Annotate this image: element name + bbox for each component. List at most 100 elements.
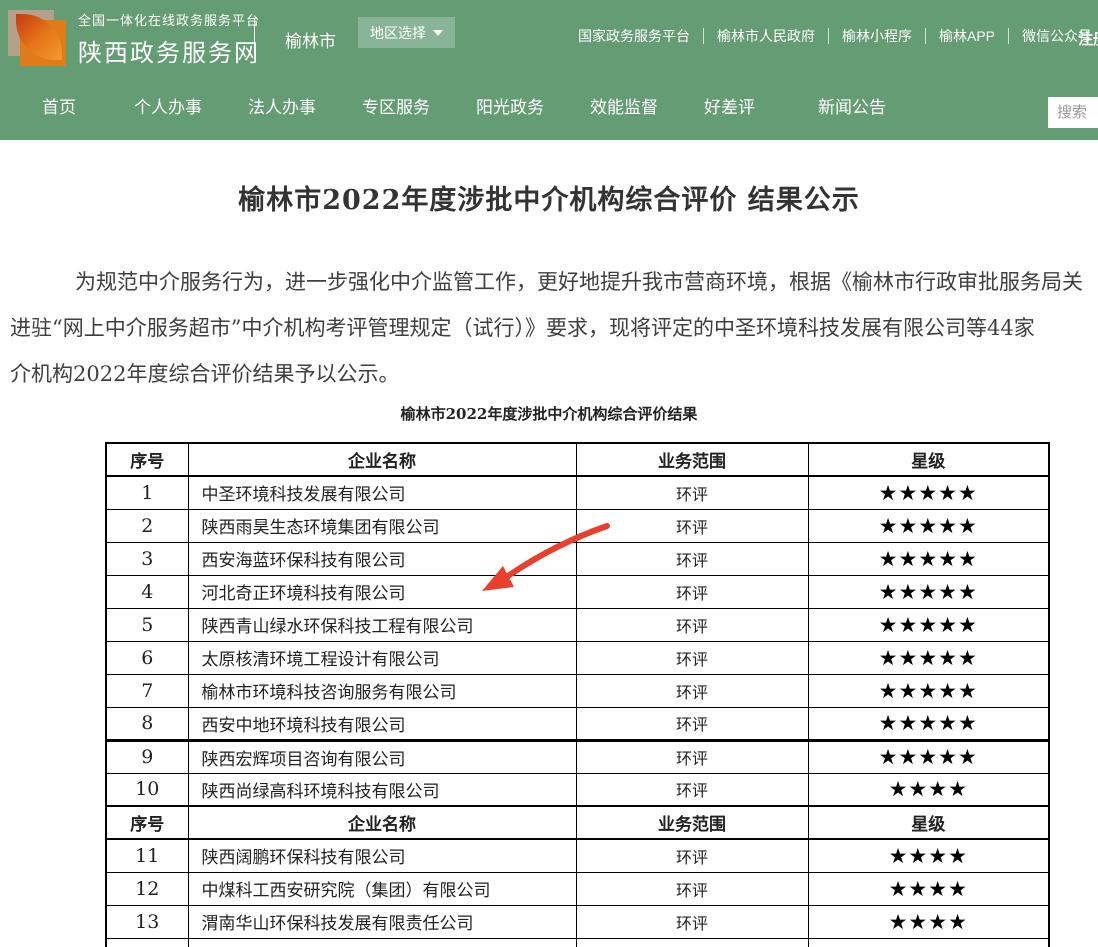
paragraph-line: 为规范中介服务行为，进一步强化中介监管工作，更好地提升我市营商环境，根据《榆林市… <box>10 259 1098 305</box>
table-row <box>106 938 1049 947</box>
company-name: 太原核清环境工程设计有限公司 <box>188 641 576 674</box>
site-logo[interactable] <box>8 8 70 66</box>
row-number: 6 <box>106 641 188 674</box>
table-row: 11陕西阔鹏环保科技有限公司环评★★★★ <box>106 839 1049 872</box>
star-rating: ★★★★ <box>808 773 1049 806</box>
search-box <box>1048 97 1098 128</box>
topbar-link[interactable]: 榆林小程序 <box>842 26 912 46</box>
business-scope: 环评 <box>576 542 808 575</box>
nav-item[interactable]: 首页 <box>42 93 88 118</box>
empty-cell <box>576 938 808 947</box>
table-row: 5陕西青山绿水环保科技工程有限公司环评★★★★★ <box>106 608 1049 641</box>
results-table: 序号企业名称业务范围星级1中圣环境科技发展有限公司环评★★★★★2陕西雨昊生态环… <box>105 442 1050 947</box>
star-rating: ★★★★ <box>808 905 1049 938</box>
column-header: 序号 <box>106 443 188 476</box>
table-row: 13渭南华山环保科技发展有限责任公司环评★★★★ <box>106 905 1049 938</box>
row-number: 9 <box>106 740 188 773</box>
business-scope: 环评 <box>576 839 808 872</box>
row-number: 7 <box>106 674 188 707</box>
brand-block: 全国一体化在线政务服务平台 陕西政务服务网 <box>78 10 260 68</box>
business-scope: 环评 <box>576 674 808 707</box>
business-scope: 环评 <box>576 872 808 905</box>
link-divider <box>828 28 829 44</box>
company-name: 西安海蓝环保科技有限公司 <box>188 542 576 575</box>
business-scope: 环评 <box>576 608 808 641</box>
link-divider <box>1008 28 1009 44</box>
table-header-row: 序号企业名称业务范围星级 <box>106 806 1049 839</box>
nav-item[interactable]: 好差评 <box>704 93 772 118</box>
company-name: 陕西雨昊生态环境集团有限公司 <box>188 509 576 542</box>
star-rating: ★★★★★ <box>808 740 1049 773</box>
company-name: 陕西阔鹏环保科技有限公司 <box>188 839 576 872</box>
nav-item[interactable]: 个人办事 <box>134 93 202 118</box>
business-scope: 环评 <box>576 509 808 542</box>
paragraph-line: 介机构2022年度综合评价结果予以公示。 <box>10 351 1098 397</box>
nav-item[interactable]: 专区服务 <box>362 93 430 118</box>
table-row: 1中圣环境科技发展有限公司环评★★★★★ <box>106 476 1049 509</box>
row-number: 5 <box>106 608 188 641</box>
row-number: 1 <box>106 476 188 509</box>
star-rating: ★★★★★ <box>808 641 1049 674</box>
table-row: 7榆林市环境科技咨询服务有限公司环评★★★★★ <box>106 674 1049 707</box>
company-name: 陕西青山绿水环保科技工程有限公司 <box>188 608 576 641</box>
region-selector-button[interactable]: 地区选择 <box>358 17 455 48</box>
column-header: 业务范围 <box>576 806 808 839</box>
page: 全国一体化在线政务服务平台 陕西政务服务网 榆林市 地区选择 国家政务服务平台榆… <box>0 0 1098 947</box>
paragraph-line: 进驻“网上中介服务超市”中介机构考评管理规定（试行）》要求，现将评定的中圣环境科… <box>10 305 1098 351</box>
company-name: 西安中地环境科技有限公司 <box>188 707 576 740</box>
star-rating: ★★★★★ <box>808 674 1049 707</box>
nav-item[interactable]: 阳光政务 <box>476 93 544 118</box>
star-rating: ★★★★★ <box>808 509 1049 542</box>
business-scope: 环评 <box>576 476 808 509</box>
table-row: 10陕西尚绿高科环境科技有限公司环评★★★★ <box>106 773 1049 806</box>
star-rating: ★★★★★ <box>808 575 1049 608</box>
topbar: 全国一体化在线政务服务平台 陕西政务服务网 榆林市 地区选择 国家政务服务平台榆… <box>0 0 1098 71</box>
table-row: 9陕西宏辉项目咨询有限公司环评★★★★★ <box>106 740 1049 773</box>
table-row: 8西安中地环境科技有限公司环评★★★★★ <box>106 707 1049 740</box>
column-header: 星级 <box>808 443 1049 476</box>
row-number: 12 <box>106 872 188 905</box>
empty-cell <box>106 938 188 947</box>
empty-cell <box>188 938 576 947</box>
row-number: 2 <box>106 509 188 542</box>
company-name: 陕西尚绿高科环境科技有限公司 <box>188 773 576 806</box>
star-rating: ★★★★ <box>808 872 1049 905</box>
row-number: 4 <box>106 575 188 608</box>
register-link[interactable]: 注册 <box>1078 28 1098 49</box>
nav-item[interactable]: 新闻公告 <box>818 93 886 118</box>
company-name: 陕西宏辉项目咨询有限公司 <box>188 740 576 773</box>
company-name: 榆林市环境科技咨询服务有限公司 <box>188 674 576 707</box>
page-title: 榆林市2022年度涉批中介机构综合评价 结果公示 <box>0 178 1098 217</box>
brand-divider <box>254 18 255 56</box>
row-number: 8 <box>106 707 188 740</box>
table-header-row: 序号企业名称业务范围星级 <box>106 443 1049 476</box>
topbar-link[interactable]: 榆林市人民政府 <box>717 26 815 46</box>
announcement-article: 榆林市2022年度涉批中介机构综合评价 结果公示 为规范中介服务行为，进一步强化… <box>0 178 1098 947</box>
nav-item[interactable]: 法人办事 <box>248 93 316 118</box>
column-header: 企业名称 <box>188 806 576 839</box>
nav-item[interactable]: 效能监督 <box>590 93 658 118</box>
topbar-link[interactable]: 榆林APP <box>939 26 995 46</box>
main-navbar: 首页 个人办事 法人办事 专区服务 阳光政务 效能监督 好差评 新闻公告 <box>0 71 1098 140</box>
row-number: 13 <box>106 905 188 938</box>
table-caption: 榆林市2022年度涉批中介机构综合评价结果 <box>0 403 1098 424</box>
star-rating: ★★★★ <box>808 839 1049 872</box>
column-header: 企业名称 <box>188 443 576 476</box>
star-rating: ★★★★★ <box>808 608 1049 641</box>
chevron-down-icon <box>433 30 443 36</box>
column-header: 星级 <box>808 806 1049 839</box>
announcement-paragraph: 为规范中介服务行为，进一步强化中介监管工作，更好地提升我市营商环境，根据《榆林市… <box>10 259 1098 397</box>
star-rating: ★★★★★ <box>808 476 1049 509</box>
nav-list: 首页 个人办事 法人办事 专区服务 阳光政务 效能监督 好差评 新闻公告 <box>42 71 932 140</box>
table-row: 2陕西雨昊生态环境集团有限公司环评★★★★★ <box>106 509 1049 542</box>
company-name: 渭南华山环保科技发展有限责任公司 <box>188 905 576 938</box>
business-scope: 环评 <box>576 905 808 938</box>
table-row: 6太原核清环境工程设计有限公司环评★★★★★ <box>106 641 1049 674</box>
column-header: 业务范围 <box>576 443 808 476</box>
table-row: 3西安海蓝环保科技有限公司环评★★★★★ <box>106 542 1049 575</box>
row-number: 3 <box>106 542 188 575</box>
search-input[interactable] <box>1048 97 1098 128</box>
platform-label: 全国一体化在线政务服务平台 <box>78 10 260 29</box>
table-row: 4河北奇正环境科技有限公司环评★★★★★ <box>106 575 1049 608</box>
topbar-link[interactable]: 国家政务服务平台 <box>578 26 690 46</box>
